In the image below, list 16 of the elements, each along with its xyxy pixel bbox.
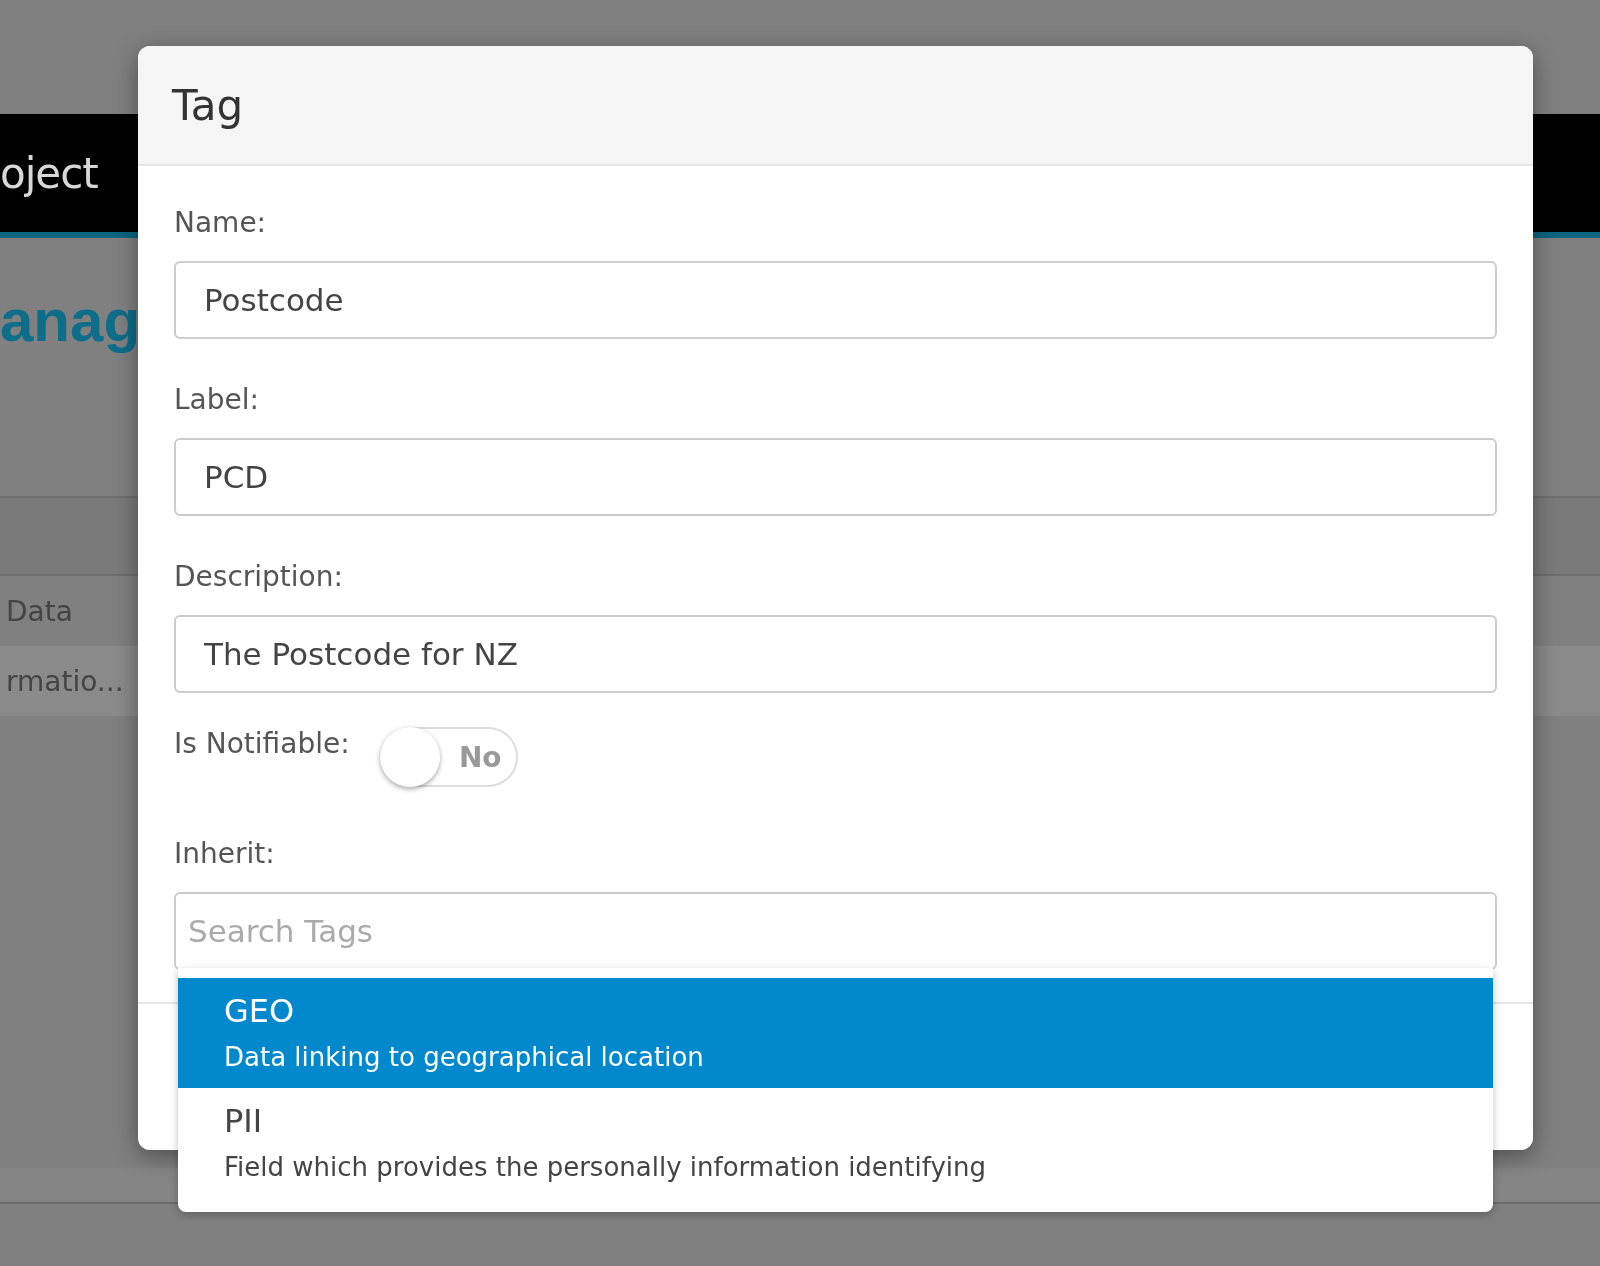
field-label: Is Notifiable: xyxy=(174,727,350,760)
field-label: Label: xyxy=(174,383,259,416)
input-field[interactable]: Postcode xyxy=(174,261,1497,339)
page-title: anag xyxy=(0,286,141,356)
header-title: oject xyxy=(0,148,98,198)
input-field[interactable]: PCD xyxy=(174,438,1497,516)
field-label: Description: xyxy=(174,560,343,593)
dropdown-option[interactable]: PII Field which provides the personally information identifying xyxy=(178,1088,1493,1198)
table-cell: rmatio... xyxy=(6,664,124,698)
dropdown-option[interactable]: GEO Data linking to geographical location xyxy=(178,978,1493,1088)
search-field[interactable]: Search Tags xyxy=(174,892,1497,970)
field-label: Name: xyxy=(174,206,267,239)
field-label: Inherit: xyxy=(174,837,275,870)
input-field[interactable]: The Postcode for NZ xyxy=(174,615,1497,693)
table-cell: Data xyxy=(6,594,73,628)
dialog-title: Tag xyxy=(172,80,244,130)
